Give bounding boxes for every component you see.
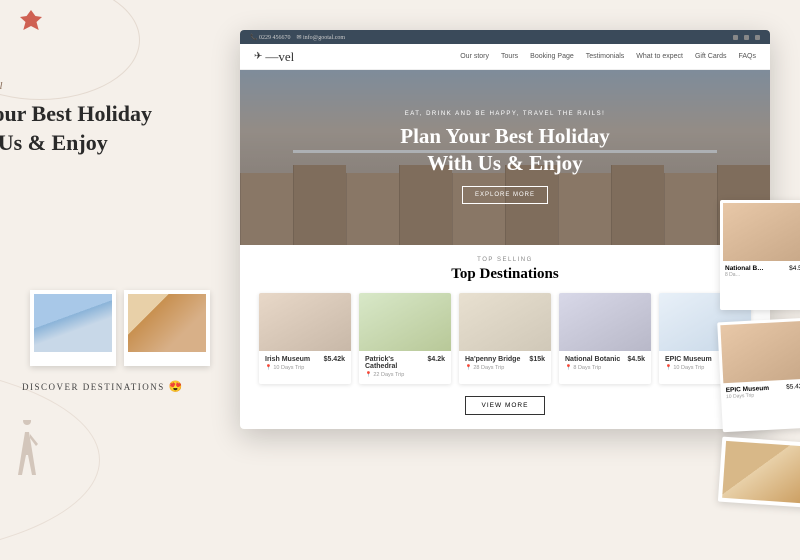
destination-card[interactable]: National Botanic $4.5k 📍 8 Days Trip (559, 293, 651, 384)
card-meta: 📍 22 Days Trip (365, 372, 445, 378)
destinations-section: TOP SELLING Top Destinations Irish Museu… (240, 245, 770, 429)
card-price: $4.5k (627, 356, 645, 363)
destination-cards: Irish Museum $5.42k 📍 10 Days Trip Patric… (254, 293, 756, 384)
discover-label: DISCOVER DESTINATIONS 😍 (22, 380, 184, 393)
card-price: $5.42k (324, 356, 345, 363)
destination-card[interactable]: Patrick's Cathedral$4.2k 📍 22 Days Trip (359, 293, 451, 384)
destination-card[interactable]: Irish Museum $5.42k 📍 10 Days Trip (259, 293, 351, 384)
card-photo (559, 293, 651, 351)
preview-price: $4.5k (789, 265, 800, 272)
explore-more-button[interactable]: EXPLORE MORE (462, 186, 548, 204)
promo-headline-line: Your Best Holiday (0, 100, 240, 129)
facebook-icon[interactable] (733, 35, 738, 40)
hero-section: EAT, DRINK AND BE HAPPY, TRAVEL THE RAIL… (240, 70, 770, 245)
instagram-icon[interactable] (755, 35, 760, 40)
card-name: Patrick's Cathedral (365, 356, 427, 370)
utility-topbar: 📞 0229 456670 ✉ info@gootal.com (240, 30, 770, 44)
preview-card (718, 437, 800, 509)
polaroid-group (30, 290, 210, 366)
preview-price: $5.42k (786, 383, 800, 391)
promo-script: —vel (0, 80, 240, 92)
nav-list: Our story Tours Booking Page Testimonial… (460, 53, 756, 60)
hero-headline-line: Plan Your Best Holiday (400, 123, 609, 149)
preview-card: National B… $4.5k 8 Da… (720, 200, 800, 310)
email-contact[interactable]: ✉ info@gootal.com (296, 34, 345, 41)
emoji-icon: 😍 (169, 381, 184, 393)
nav-expect[interactable]: What to expect (636, 53, 683, 60)
polaroid-photo (124, 290, 210, 366)
food-photo-icon (128, 294, 206, 352)
promo-bg-text: —vel Your Best Holiday h Us & Enjoy (0, 80, 240, 157)
site-logo[interactable]: ✈ —vel (254, 49, 294, 65)
card-meta: 📍 8 Days Trip (565, 365, 645, 371)
nav-faqs[interactable]: FAQs (738, 53, 756, 60)
card-photo (259, 293, 351, 351)
preview-card: EPIC Museum$5.42k 10 Days Trip (717, 318, 800, 433)
airplane-icon: ✈ (254, 51, 262, 62)
main-nav: ✈ —vel Our story Tours Booking Page Test… (240, 44, 770, 70)
card-name: Irish Museum (265, 356, 310, 363)
nav-booking[interactable]: Booking Page (530, 53, 574, 60)
card-photo (459, 293, 551, 351)
hiker-silhouette-icon (10, 420, 45, 480)
phone-contact[interactable]: 📞 0229 456670 (250, 34, 290, 41)
hero-headline-line: With Us & Enjoy (400, 150, 609, 176)
polaroid-photo (30, 290, 116, 366)
card-name: EPIC Museum (665, 356, 712, 363)
preview-name: National B… (725, 265, 764, 272)
twitter-icon[interactable] (744, 35, 749, 40)
nav-gift-cards[interactable]: Gift Cards (695, 53, 727, 60)
section-title: Top Destinations (254, 266, 756, 283)
brand-name: —vel (265, 49, 294, 65)
discover-text: DISCOVER DESTINATIONS (22, 382, 165, 392)
nav-our-story[interactable]: Our story (460, 53, 489, 60)
nav-tours[interactable]: Tours (501, 53, 518, 60)
nav-testimonials[interactable]: Testimonials (586, 53, 625, 60)
destination-card[interactable]: Ha'penny Bridge $15k 📍 28 Days Trip (459, 293, 551, 384)
site-preview-window: 📞 0229 456670 ✉ info@gootal.com ✈ —vel O… (240, 30, 770, 429)
bridge-photo-icon (34, 294, 112, 352)
preview-photo (722, 441, 800, 504)
card-name: Ha'penny Bridge (465, 356, 520, 363)
card-photo (359, 293, 451, 351)
card-price: $4.2k (427, 356, 445, 363)
card-meta: 📍 28 Days Trip (465, 365, 545, 371)
preview-meta: 8 Da… (725, 272, 800, 278)
card-meta: 📍 10 Days Trip (265, 365, 345, 371)
card-name: National Botanic (565, 356, 620, 363)
promo-headline-line: h Us & Enjoy (0, 129, 240, 158)
side-preview-stack: National B… $4.5k 8 Da… EPIC Museum$5.42k… (720, 200, 800, 505)
hero-eyebrow: EAT, DRINK AND BE HAPPY, TRAVEL THE RAIL… (405, 111, 606, 117)
view-more-button[interactable]: VIEW MORE (465, 396, 546, 415)
section-eyebrow: TOP SELLING (254, 257, 756, 263)
preview-photo (723, 203, 800, 261)
card-price: $15k (529, 356, 545, 363)
preview-photo (720, 321, 800, 383)
